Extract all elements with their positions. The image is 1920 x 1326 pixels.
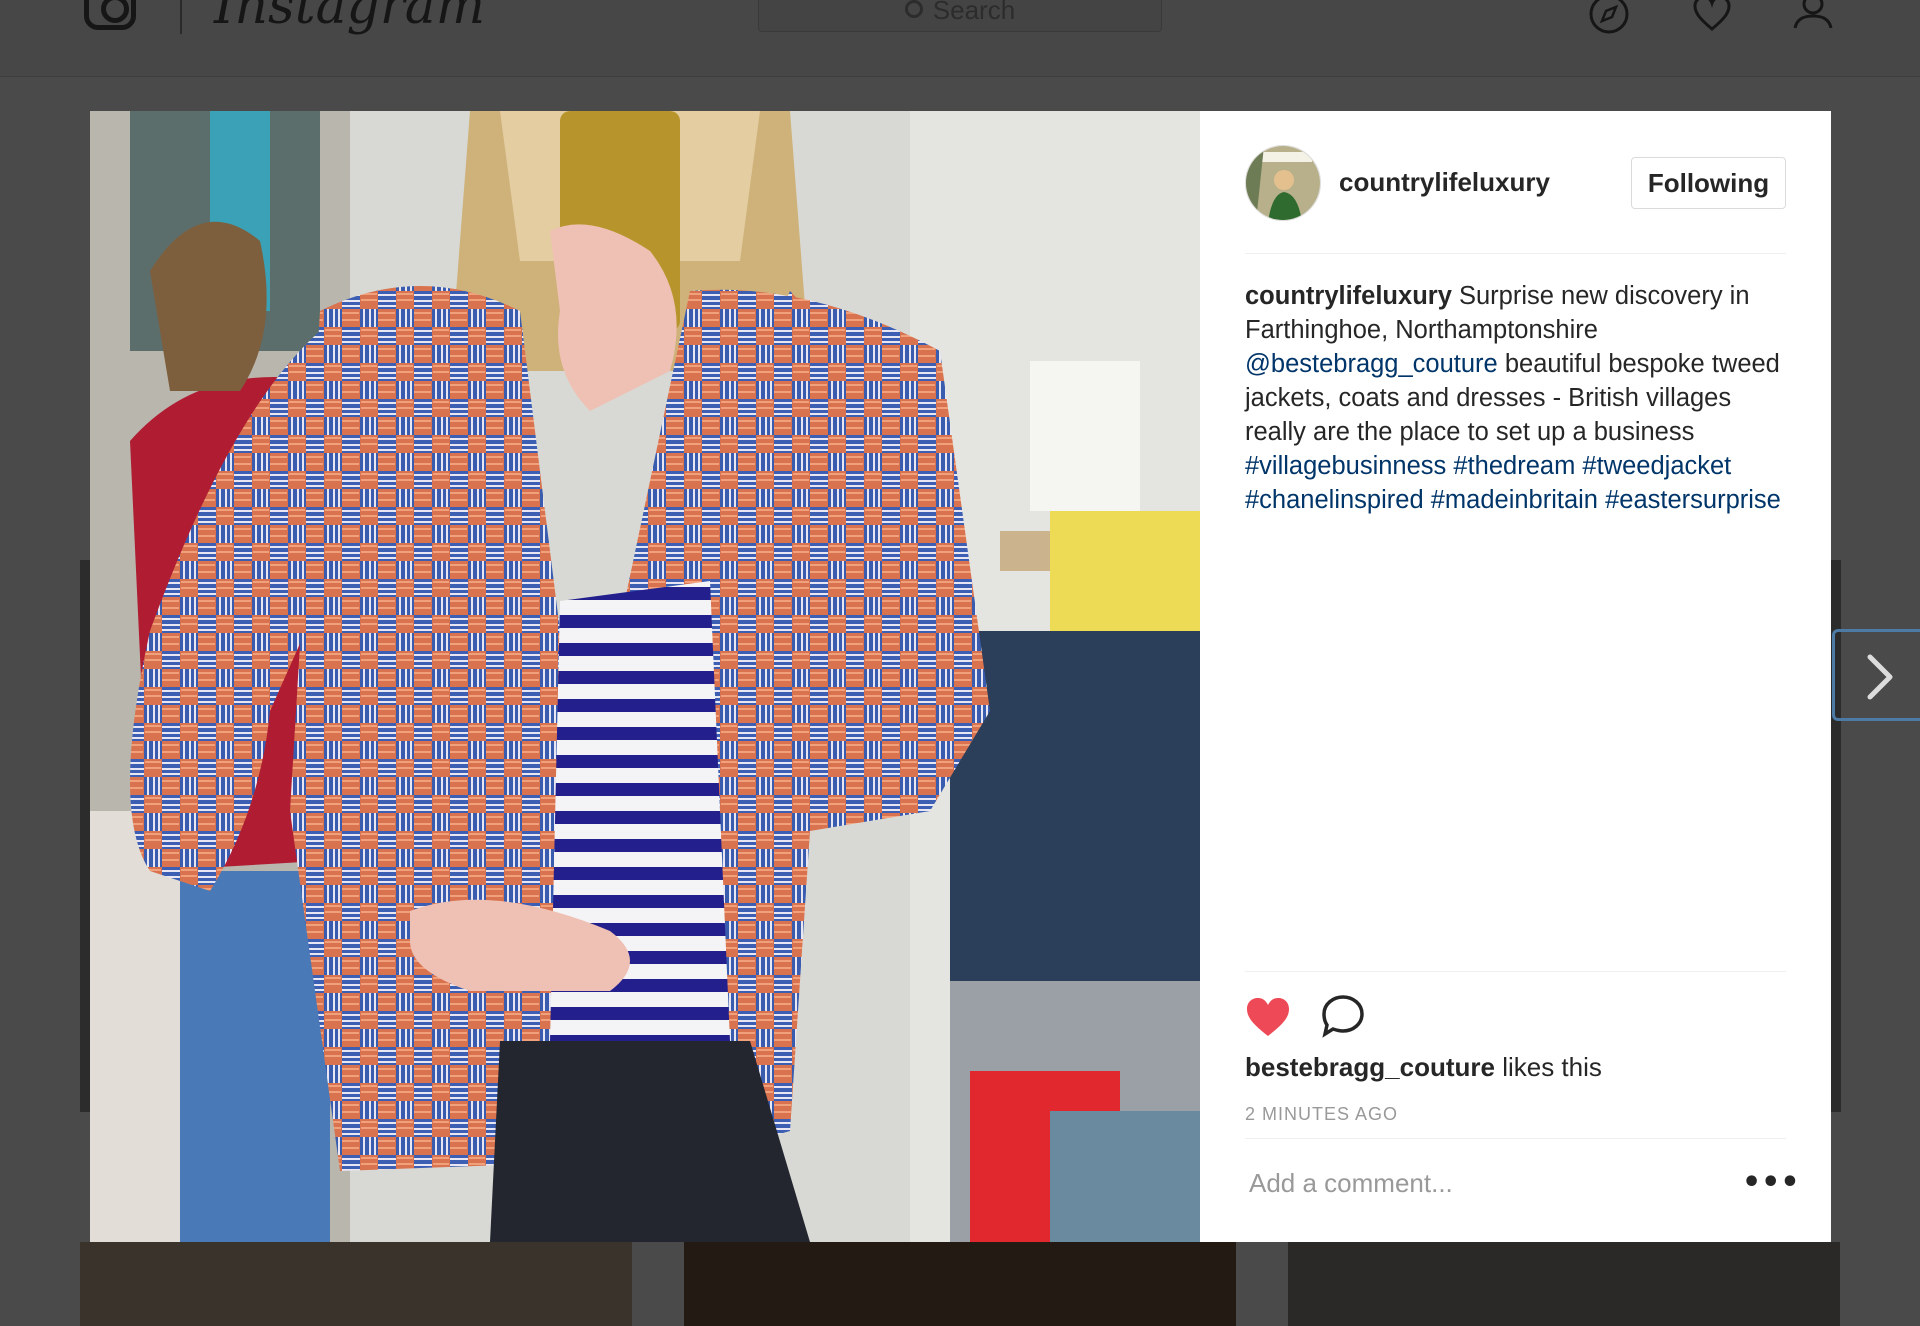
search-input[interactable]: Search <box>758 0 1162 32</box>
heart-icon[interactable] <box>1692 0 1732 34</box>
hashtag-link[interactable]: #chanelinspired <box>1245 486 1424 514</box>
add-comment-input[interactable] <box>1245 1161 1723 1205</box>
post-actions: bestebragg_couture likes this 2 MINUTES … <box>1245 971 1786 1124</box>
comment-box: ••• <box>1245 1138 1800 1243</box>
caption-mention[interactable]: @bestebragg_couture <box>1245 350 1498 378</box>
next-post-button[interactable] <box>1832 629 1920 721</box>
post-photo-illustration <box>90 111 1200 1242</box>
hashtag-link[interactable]: #villagebusinness <box>1245 452 1446 480</box>
hashtag-link[interactable]: #eastersurprise <box>1605 486 1781 514</box>
search-icon <box>904 0 923 18</box>
post-photo[interactable] <box>90 111 1200 1242</box>
post-header: countrylifeluxury Following <box>1245 145 1786 254</box>
likes-suffix: likes this <box>1502 1052 1602 1082</box>
liker-username[interactable]: bestebragg_couture <box>1245 1052 1495 1082</box>
nav-divider <box>180 0 182 34</box>
hashtag-link[interactable]: #tweedjacket <box>1582 452 1731 480</box>
like-heart-icon[interactable] <box>1245 996 1291 1038</box>
avatar[interactable] <box>1245 145 1321 221</box>
post-caption: countrylifeluxury Surprise new discovery… <box>1245 279 1790 517</box>
post-author-username[interactable]: countrylifeluxury <box>1339 167 1550 198</box>
caption-username[interactable]: countrylifeluxury <box>1245 282 1452 310</box>
search-placeholder: Search <box>932 0 1016 25</box>
feed-tile <box>684 1242 1236 1326</box>
hashtag-link[interactable]: #madeinbritain <box>1431 486 1598 514</box>
following-button[interactable]: Following <box>1631 157 1786 209</box>
post-timestamp[interactable]: 2 MINUTES AGO <box>1245 1104 1398 1125</box>
feed-tile <box>80 1242 632 1326</box>
feed-tile <box>1288 1242 1840 1326</box>
hashtag-link[interactable]: #thedream <box>1453 452 1575 480</box>
instagram-wordmark[interactable]: Instagram <box>214 0 485 36</box>
instagram-logo-icon[interactable] <box>84 0 136 30</box>
compass-icon[interactable] <box>1589 0 1629 34</box>
chevron-right-icon <box>1867 654 1893 700</box>
post-side-panel: countrylifeluxury Following countrylifel… <box>1200 111 1831 1242</box>
more-options-button[interactable]: ••• <box>1742 1165 1800 1201</box>
likes-summary: bestebragg_couture likes this <box>1245 1052 1602 1083</box>
top-nav: Instagram Search <box>0 0 1920 77</box>
post-modal: countrylifeluxury Following countrylifel… <box>90 111 1831 1242</box>
profile-icon[interactable] <box>1793 0 1833 34</box>
comment-bubble-icon[interactable] <box>1321 994 1365 1038</box>
